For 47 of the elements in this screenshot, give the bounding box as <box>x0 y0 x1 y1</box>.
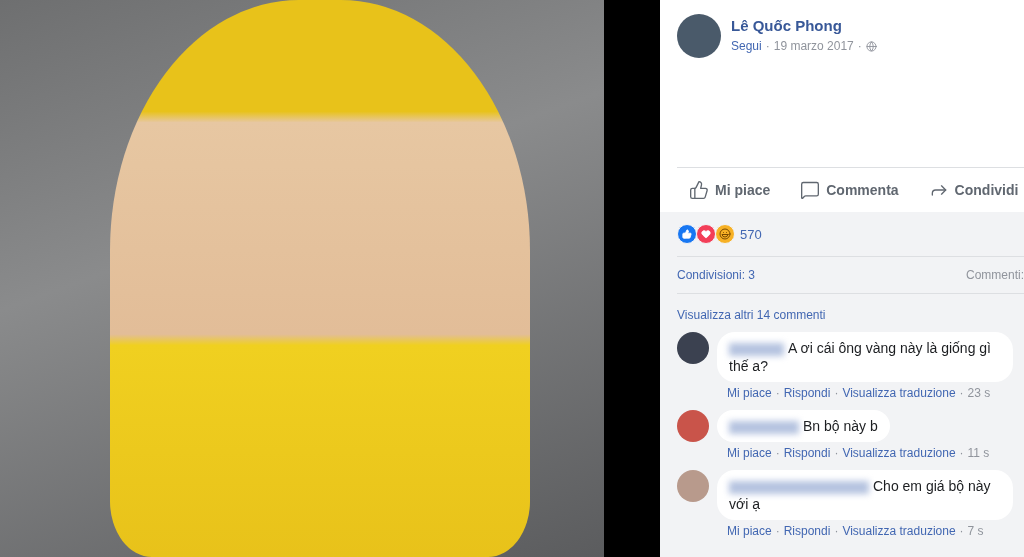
comment-action-link[interactable]: Visualizza traduzione <box>842 446 956 460</box>
reaction-count[interactable]: 570 <box>740 226 762 242</box>
separator: · <box>959 524 964 538</box>
heart-reaction-icon <box>696 224 716 244</box>
share-button[interactable]: Condividi <box>928 180 1019 201</box>
laugh-reaction-icon <box>715 224 735 244</box>
separator: · <box>834 386 839 400</box>
shares-count[interactable]: Condivisioni: 3 <box>677 268 756 282</box>
comment-action-link[interactable]: Visualizza traduzione <box>842 524 956 538</box>
author-name[interactable]: Lê Quốc Phong <box>731 17 877 34</box>
comment-action-link[interactable]: Mi piace <box>727 386 772 400</box>
blurred-name <box>729 342 784 356</box>
thumbs-up-icon <box>689 180 709 201</box>
comments-count[interactable]: Commenti: <box>966 268 1024 282</box>
post-date[interactable]: 19 marzo 2017 <box>773 39 854 53</box>
comment-action-link[interactable]: Rispondi <box>783 386 831 400</box>
avatar[interactable] <box>677 14 721 58</box>
separator: · <box>857 39 862 53</box>
avatar[interactable] <box>677 332 709 364</box>
comment-action-link[interactable]: Mi piace <box>727 446 772 460</box>
comment-action-link[interactable]: Visualizza traduzione <box>842 386 956 400</box>
follow-link[interactable]: Segui <box>731 39 762 53</box>
like-button[interactable]: Mi piace <box>689 180 771 201</box>
comment-bubble: Cho em giá bộ này với ạ <box>717 470 1013 520</box>
separator: · <box>765 39 770 53</box>
comment-action-link[interactable]: Mi piace <box>727 524 772 538</box>
more-comments-link[interactable]: Visualizza altri 14 commenti <box>677 308 1024 322</box>
comment-button[interactable]: Commenta <box>800 180 899 201</box>
like-reaction-icon <box>677 224 697 244</box>
avatar[interactable] <box>677 410 709 442</box>
comment-action-link[interactable]: Rispondi <box>783 524 831 538</box>
separator: · <box>775 386 780 400</box>
separator: · <box>775 524 780 538</box>
separator: · <box>834 446 839 460</box>
comment-time[interactable]: 23 s <box>967 386 991 400</box>
comment-time[interactable]: 11 s <box>967 446 990 460</box>
separator: · <box>775 446 780 460</box>
comment-bubble: Bn bộ này b <box>717 410 890 442</box>
globe-icon <box>865 40 877 52</box>
separator: · <box>959 386 964 400</box>
comment-bubble: A ơi cái ông vàng này là giống gì thế a? <box>717 332 1013 382</box>
separator: · <box>834 524 839 538</box>
speech-bubble-icon <box>800 180 821 201</box>
comment-time[interactable]: 7 s <box>967 524 984 538</box>
blurred-name <box>729 420 799 434</box>
comment-action-link[interactable]: Rispondi <box>783 446 831 460</box>
separator: · <box>959 446 964 460</box>
